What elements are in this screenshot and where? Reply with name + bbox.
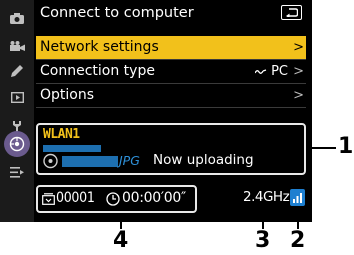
back-icon [285, 8, 298, 17]
chevron-right-icon: > [293, 64, 304, 79]
page-title: Connect to computer [40, 5, 194, 21]
chevron-right-icon: > [293, 40, 304, 55]
queue-count: 00001 [56, 190, 95, 206]
back-button[interactable] [281, 5, 302, 20]
callout-4: 4 [113, 228, 129, 253]
filename-redacted-bar [62, 156, 118, 167]
camera-screen: Connect to computer Network settings > C… [0, 0, 312, 222]
camera-icon[interactable] [0, 6, 34, 30]
ssid-label: WLAN1 [43, 127, 80, 142]
menu-item-label: Options [40, 87, 95, 103]
signal-strength-icon [290, 189, 305, 206]
callout-2: 2 [290, 228, 306, 253]
connection-type-text: PC [271, 64, 288, 79]
transfer-icon [43, 153, 58, 169]
file-extension: JPG [119, 153, 140, 168]
menu-item-label: Network settings [40, 39, 159, 55]
menu-item-options[interactable]: Options > [36, 84, 306, 107]
custom-menu-icon[interactable] [0, 160, 34, 184]
status-bar: 00001 00:00′00″ 2.4GHz [36, 185, 306, 213]
ssid-redacted-bar [43, 145, 101, 152]
callout-3: 3 [255, 228, 271, 253]
callout-line-4 [120, 213, 122, 229]
network-icon[interactable] [4, 131, 30, 157]
upload-status-text: Now uploading [153, 152, 254, 168]
wifi-band: 2.4GHz [243, 189, 290, 205]
callout-line-1 [306, 147, 336, 149]
callout-line-3 [262, 213, 264, 229]
transfer-status-panel: WLAN1 JPG Now uploading [36, 123, 306, 175]
menu-item-label: Connection type [40, 63, 155, 79]
pencil-icon[interactable] [0, 59, 34, 83]
menu-tab-rail [0, 0, 34, 222]
remaining-time: 00:00′00″ [122, 190, 186, 206]
counter-icon [42, 193, 55, 205]
playback-icon[interactable] [0, 85, 34, 109]
divider [36, 107, 306, 108]
chevron-right-icon: > [293, 88, 304, 103]
clock-icon [106, 192, 120, 206]
callout-line-2 [297, 213, 299, 229]
pc-connection-icon [255, 68, 267, 74]
queue-info-box: 00001 00:00′00″ [36, 185, 197, 213]
menu-item-network-settings[interactable]: Network settings > [36, 36, 306, 59]
connection-type-value: PC [255, 60, 288, 83]
video-icon[interactable] [0, 34, 34, 58]
menu-item-connection-type[interactable]: Connection type PC > [36, 60, 306, 83]
callout-1: 1 [338, 134, 354, 159]
